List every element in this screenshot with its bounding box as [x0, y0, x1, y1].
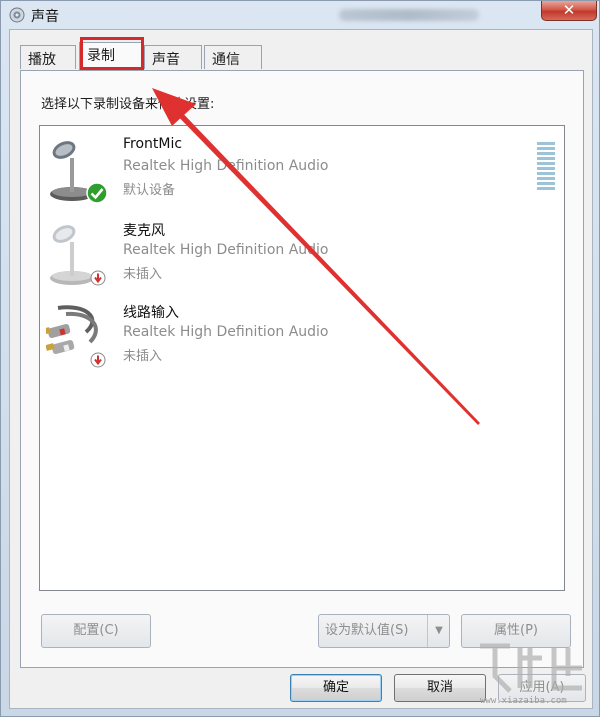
title-bar[interactable]: 声音 ✕	[1, 1, 599, 29]
device-name: 线路输入	[123, 305, 179, 321]
tab-playback[interactable]: 播放	[20, 45, 76, 69]
chevron-down-icon[interactable]: ▼	[427, 615, 450, 647]
unplugged-icon	[90, 352, 106, 368]
device-driver: Realtek High Definition Audio	[123, 158, 329, 174]
set-default-button[interactable]: 设为默认值(S) ▼	[318, 614, 450, 648]
tab-sounds[interactable]: 声音	[144, 45, 202, 69]
device-driver: Realtek High Definition Audio	[123, 324, 329, 340]
unplugged-icon	[90, 270, 106, 286]
device-item-frontmic[interactable]: FrontMic Realtek High Definition Audio 默…	[40, 132, 555, 212]
watermark-url: www.xiazaiba.com	[480, 696, 567, 706]
device-item-microphone[interactable]: 麦克风 Realtek High Definition Audio 未插入	[40, 216, 540, 296]
configure-button[interactable]: 配置(C)	[41, 614, 151, 648]
dialog-client-area: 播放 录制 声音 通信 选择以下录制设备来修改设置: FrontMic Real…	[9, 29, 593, 709]
device-list[interactable]: FrontMic Realtek High Definition Audio 默…	[39, 125, 565, 591]
recording-panel: 选择以下录制设备来修改设置: FrontMic Realtek High Def…	[20, 70, 584, 668]
device-status: 未插入	[123, 267, 163, 282]
window-title: 声音	[31, 9, 59, 25]
speaker-icon	[9, 7, 25, 23]
device-name: FrontMic	[123, 136, 183, 152]
device-driver: Realtek High Definition Audio	[123, 242, 329, 258]
set-default-label: 设为默认值(S)	[325, 623, 409, 638]
default-check-icon	[86, 182, 108, 204]
blurred-title-area	[339, 9, 479, 21]
tab-communications[interactable]: 通信	[204, 45, 262, 69]
level-meter	[537, 142, 555, 194]
sound-dialog: 声音 ✕ 播放 录制 声音 通信 选择以下录制设备来修改设置: FrontMic…	[0, 0, 600, 717]
device-item-line-in[interactable]: 线路输入 Realtek High Definition Audio 未插入	[40, 298, 540, 378]
ok-button[interactable]: 确定	[290, 674, 382, 702]
device-name: 麦克风	[123, 223, 165, 239]
device-status: 默认设备	[123, 183, 176, 198]
device-status: 未插入	[123, 349, 163, 364]
instruction-text: 选择以下录制设备来修改设置:	[41, 97, 215, 112]
close-button[interactable]: ✕	[541, 1, 597, 21]
recording-tab-highlight-box	[80, 37, 144, 70]
